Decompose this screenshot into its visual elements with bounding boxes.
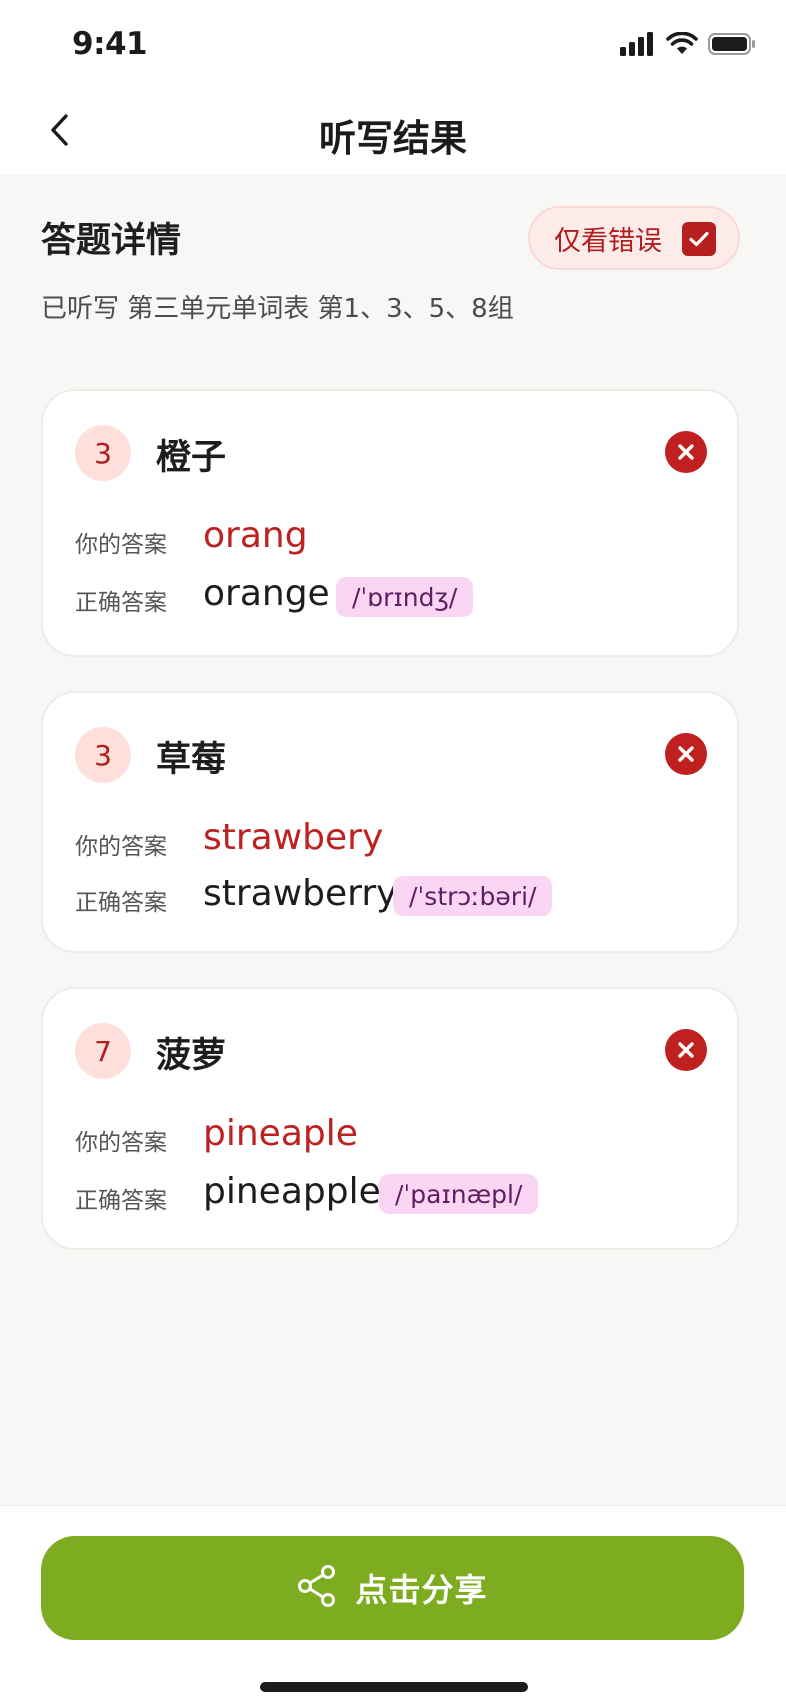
card-index-badge: 3	[75, 425, 131, 481]
correct-answer-label: 正确答案	[75, 890, 167, 916]
page-title: 听写结果	[319, 117, 467, 160]
correct-answer-label: 正确答案	[75, 1188, 167, 1214]
card-index-badge: 3	[75, 727, 131, 783]
your-answer-value: strawbery	[203, 817, 384, 858]
correct-answer-label: 正确答案	[75, 590, 167, 616]
nav-bar: 听写结果	[0, 90, 786, 175]
screen: 9:41 听写结果 答题详情 仅看错误 已听写 第三单元单词表 第1、3、5、8…	[0, 0, 786, 1704]
status-bar: 9:41	[0, 0, 786, 90]
wrong-x-icon	[665, 733, 707, 775]
result-card: 3 橙子 你的答案 orang 正确答案 orange /ˈɒrɪndʒ/	[41, 389, 739, 657]
show-errors-only-toggle[interactable]: 仅看错误	[528, 206, 740, 270]
your-answer-value: orang	[203, 515, 308, 556]
your-answer-label: 你的答案	[75, 532, 167, 558]
share-icon	[297, 1565, 337, 1611]
phonetic-tag: /ˈpaɪnæpl/	[379, 1174, 539, 1214]
card-chinese-word: 草莓	[156, 740, 227, 780]
phonetic-tag: /ˈɒrɪndʒ/	[336, 577, 474, 617]
correct-answer-value: orange	[203, 573, 330, 614]
correct-answer-value: strawberry	[203, 873, 398, 914]
card-index-badge: 7	[75, 1023, 131, 1079]
status-icons	[620, 30, 756, 62]
result-card: 7 菠萝 你的答案 pineaple 正确答案 pineapple /ˈpaɪn…	[41, 987, 739, 1250]
card-chinese-word: 橙子	[156, 438, 227, 478]
card-chinese-word: 菠萝	[156, 1036, 227, 1076]
home-indicator	[260, 1682, 528, 1692]
battery-icon	[708, 32, 756, 60]
result-card: 3 草莓 你的答案 strawbery 正确答案 strawberry /ˈst…	[41, 691, 739, 953]
correct-answer-value: pineapple	[203, 1171, 381, 1212]
wrong-x-icon	[665, 1029, 707, 1071]
filter-label: 仅看错误	[554, 225, 662, 257]
filter-checkbox[interactable]	[682, 222, 716, 256]
wrong-x-icon	[665, 431, 707, 473]
wifi-icon	[666, 31, 698, 60]
signal-icon	[620, 32, 656, 60]
your-answer-label: 你的答案	[75, 1130, 167, 1156]
section-title: 答题详情	[41, 221, 182, 261]
bottom-bar: 点击分享	[0, 1505, 786, 1704]
share-button[interactable]: 点击分享	[41, 1536, 744, 1640]
status-time: 9:41	[72, 26, 148, 62]
dictation-scope: 已听写 第三单元单词表 第1、3、5、8组	[41, 294, 514, 324]
phonetic-tag: /ˈstrɔːbəri/	[393, 876, 553, 916]
your-answer-label: 你的答案	[75, 834, 167, 860]
share-button-label: 点击分享	[355, 1571, 488, 1609]
checkbox-check-icon	[689, 231, 709, 247]
your-answer-value: pineaple	[203, 1113, 358, 1154]
